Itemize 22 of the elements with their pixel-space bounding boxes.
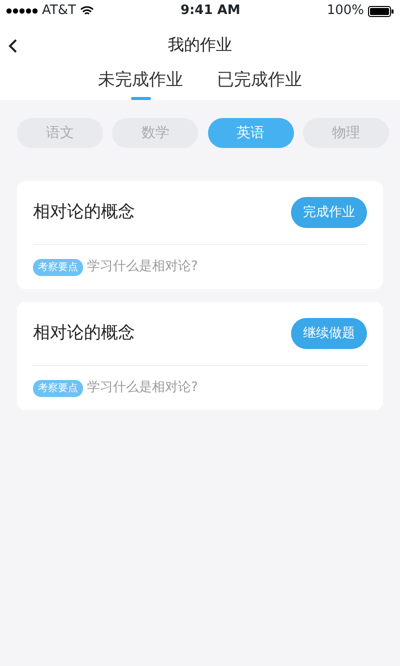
battery-icon [368, 6, 394, 16]
wifi-icon [80, 6, 94, 16]
back-icon [8, 38, 18, 54]
subject-button[interactable]: 物理 [302, 118, 389, 148]
tag-label: 考察要点 [33, 380, 83, 396]
tab[interactable]: 已完成作业 [217, 68, 302, 100]
tag-label: 考察要点 [33, 258, 83, 276]
battery-percent: 100% [326, 2, 364, 20]
assignment-title: 相对论的概念 [33, 322, 135, 345]
carrier-name: AT&T [42, 2, 76, 20]
subject-button[interactable]: 数学 [112, 118, 198, 148]
key-point-text: 学习什么是相对论? [87, 379, 198, 398]
page-title: 我的作业 [168, 34, 232, 56]
subject-button[interactable]: 英语 [208, 118, 294, 148]
signal-icon [6, 8, 38, 14]
status-time: 9:41 AM [180, 2, 240, 20]
action-button[interactable]: 继续做题 [291, 318, 367, 350]
subject-button[interactable]: 语文 [17, 118, 103, 148]
tab[interactable]: 未完成作业 [98, 68, 183, 100]
action-button[interactable]: 完成作业 [291, 196, 367, 228]
key-point-text: 学习什么是相对论? [87, 258, 198, 276]
assignment-title: 相对论的概念 [33, 200, 135, 224]
